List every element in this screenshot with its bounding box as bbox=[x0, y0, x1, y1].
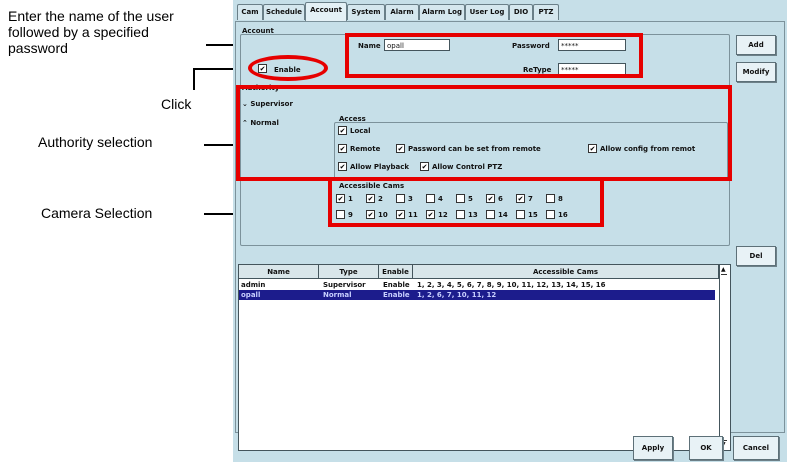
table-row[interactable]: opall Normal Enable 1, 2, 6, 7, 10, 11, 12 bbox=[239, 290, 715, 300]
table-scrollbar[interactable]: ▲ ▼ bbox=[719, 264, 731, 451]
ok-button[interactable]: OK bbox=[689, 436, 723, 460]
tab-alarm-log[interactable]: Alarm Log bbox=[419, 4, 465, 20]
annotation-name-instruction: Enter the name of the user followed by a… bbox=[8, 8, 174, 56]
modify-button[interactable]: Modify bbox=[736, 62, 776, 82]
account-panel: Account Name opall Password ***** ReType… bbox=[235, 21, 785, 451]
cell-name: opall bbox=[241, 291, 261, 299]
tab-system[interactable]: System bbox=[347, 4, 385, 20]
cell-cams: 1, 2, 6, 7, 10, 11, 12 bbox=[417, 291, 497, 299]
settings-window: Cam Schedule Account System Alarm Alarm … bbox=[233, 0, 787, 462]
cell-enable: Enable bbox=[383, 281, 410, 289]
annotation-click: Click bbox=[161, 96, 192, 112]
cell-enable: Enable bbox=[383, 291, 410, 299]
cell-cams: 1, 2, 3, 4, 5, 6, 7, 8, 9, 10, 11, 12, 1… bbox=[417, 281, 606, 289]
annotation-authority-selection: Authority selection bbox=[38, 134, 153, 150]
cell-type: Supervisor bbox=[323, 281, 366, 289]
del-button[interactable]: Del bbox=[736, 246, 776, 266]
column-header-enable[interactable]: Enable bbox=[379, 265, 413, 279]
tab-schedule[interactable]: Schedule bbox=[263, 4, 305, 20]
leader-line-click bbox=[193, 68, 195, 90]
table-row[interactable]: admin Supervisor Enable 1, 2, 3, 4, 5, 6, 7… bbox=[239, 280, 715, 290]
highlight-cameras bbox=[328, 177, 604, 227]
cancel-button[interactable]: Cancel bbox=[733, 436, 779, 460]
annotation-camera-selection: Camera Selection bbox=[41, 205, 153, 221]
highlight-enable-ellipse bbox=[248, 55, 328, 81]
column-header-type[interactable]: Type bbox=[319, 265, 379, 279]
tab-account[interactable]: Account bbox=[305, 2, 347, 21]
add-button[interactable]: Add bbox=[736, 35, 776, 55]
highlight-authority bbox=[236, 85, 732, 181]
apply-button[interactable]: Apply bbox=[633, 436, 673, 460]
column-header-name[interactable]: Name bbox=[239, 265, 319, 279]
tab-ptz[interactable]: PTZ bbox=[533, 4, 559, 20]
cell-name: admin bbox=[241, 281, 266, 289]
tab-dio[interactable]: DIO bbox=[509, 4, 533, 20]
leader-line-authority bbox=[204, 144, 234, 146]
user-table: Name Type Enable Accessible Cams admin Su… bbox=[238, 264, 720, 451]
tab-bar: Cam Schedule Account System Alarm Alarm … bbox=[233, 0, 787, 22]
scroll-up-icon[interactable]: ▲ bbox=[721, 266, 727, 275]
tab-user-log[interactable]: User Log bbox=[465, 4, 509, 20]
tab-alarm[interactable]: Alarm bbox=[385, 4, 419, 20]
cell-type: Normal bbox=[323, 291, 352, 299]
tab-cam[interactable]: Cam bbox=[237, 4, 263, 20]
column-header-accessible-cams[interactable]: Accessible Cams bbox=[413, 265, 719, 279]
highlight-name-password bbox=[345, 33, 643, 78]
